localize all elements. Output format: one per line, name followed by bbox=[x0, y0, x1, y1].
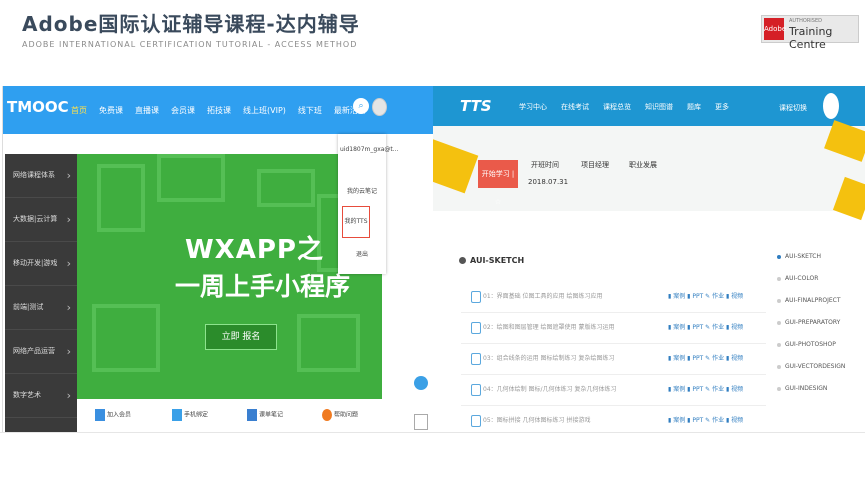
hero-career: 职业发展 bbox=[629, 161, 657, 169]
quick-links: 加入会员 手机绑定 课单笔记 帮助问题 bbox=[77, 399, 382, 432]
slide-title: Adobe国际认证辅导课程-达内辅导 bbox=[22, 12, 360, 36]
search-icon[interactable]: ⌕ bbox=[353, 98, 369, 114]
quick-link[interactable]: 加入会员 bbox=[95, 409, 131, 421]
lock-icon bbox=[471, 322, 481, 334]
feedback-icon[interactable] bbox=[414, 414, 428, 430]
quick-link[interactable]: 帮助问题 bbox=[322, 409, 358, 421]
slide-footer bbox=[0, 432, 865, 489]
lock-icon bbox=[471, 384, 481, 396]
outline-item[interactable]: GUI-VECTORDESIGN bbox=[773, 356, 863, 378]
nav-item[interactable]: 知识图谱 bbox=[645, 102, 673, 112]
tmooc-nav: 首页 免费课 直播课 会员课 拓技课 线上班(VIP) 线下班 最新活动 bbox=[71, 105, 378, 116]
nav-item[interactable]: 题库 bbox=[687, 102, 701, 112]
avatar[interactable] bbox=[823, 93, 839, 119]
adobe-training-badge: Adobe AUTHORISED Training Centre bbox=[761, 15, 859, 51]
nav-item[interactable]: 更多 bbox=[715, 102, 729, 112]
outline-item[interactable]: AUI-FINALPROJECT bbox=[773, 290, 863, 312]
hero-project: 项目经理 bbox=[581, 161, 609, 169]
badge-authorised: AUTHORISED bbox=[789, 18, 822, 24]
course-switch[interactable]: 课程切换 bbox=[779, 103, 807, 113]
dropdown-notes[interactable]: 我的云笔记 bbox=[340, 186, 384, 195]
hero-date: 2018.07.31 bbox=[528, 178, 569, 186]
promo-banner[interactable]: WXAPP之 一周上手小程序 立即 报名 bbox=[77, 154, 382, 399]
sidebar-item[interactable]: 大数据|云计算 bbox=[5, 198, 77, 242]
quick-link[interactable]: 课单笔记 bbox=[247, 409, 283, 421]
list-item[interactable]: 03：组合线条的运用 图标绘制练习 复杂绘图练习 ▮ 案例 ▮ PPT ✎ 作业 … bbox=[461, 344, 766, 375]
lesson-list: 01：界面基础 位图工具的应用 绘图练习应用 ▮ 案例 ▮ PPT ✎ 作业 ▮ … bbox=[461, 282, 766, 432]
nav-member[interactable]: 会员课 bbox=[171, 105, 195, 116]
nav-home[interactable]: 首页 bbox=[71, 105, 87, 116]
nav-free[interactable]: 免费课 bbox=[99, 105, 123, 116]
nav-item[interactable]: 学习中心 bbox=[519, 102, 547, 112]
outline-item[interactable]: AUI-SKETCH bbox=[773, 246, 863, 268]
tts-nav: 学习中心 在线考试 课程总览 知识图谱 题库 更多 bbox=[519, 102, 743, 112]
banner-title: WXAPP之 bbox=[185, 235, 324, 265]
outline-item[interactable]: AUI-COLOR bbox=[773, 268, 863, 290]
dropdown-tts[interactable]: 我的TTS bbox=[342, 206, 370, 238]
tts-navbar: TTS 学习中心 在线考试 课程总览 知识图谱 题库 更多 课程切换 bbox=[433, 86, 865, 126]
list-item[interactable]: 04：几何体绘制 图标/几何体练习 复杂几何体练习 ▮ 案例 ▮ PPT ✎ 作业… bbox=[461, 375, 766, 406]
nav-item[interactable]: 课程总览 bbox=[603, 102, 631, 112]
signup-button[interactable]: 立即 报名 bbox=[205, 324, 277, 350]
tts-logo[interactable]: TTS bbox=[460, 97, 492, 115]
start-learning-button[interactable]: 开始学习 | ☆ bbox=[478, 160, 518, 206]
avatar[interactable] bbox=[372, 98, 387, 116]
course-hero: 开始学习 | ☆ 开班时间 2018.07.31 项目经理 职业发展 bbox=[433, 120, 865, 221]
lock-icon bbox=[471, 415, 481, 427]
list-item[interactable]: 01：界面基础 位图工具的应用 绘图练习应用 ▮ 案例 ▮ PPT ✎ 作业 ▮ … bbox=[461, 282, 766, 313]
tmooc-sidebar: 网络课程体系 大数据|云计算 移动开发|游戏 前端|测试 网络产品运营 数字艺术 bbox=[5, 154, 77, 432]
section-title: AUI-SKETCH bbox=[459, 256, 524, 265]
lock-icon bbox=[471, 291, 481, 303]
banner-subtitle: 一周上手小程序 bbox=[175, 272, 351, 301]
user-dropdown: uid1807m_gxa@t... 我的云笔记 我的TTS 退出 bbox=[338, 134, 399, 274]
list-item[interactable]: 02：绘图和图层管理 绘图遮罩使用 蒙版练习运用 ▮ 案例 ▮ PPT ✎ 作业 … bbox=[461, 313, 766, 344]
tmooc-navbar: TMOOC 首页 免费课 直播课 会员课 拓技课 线上班(VIP) 线下班 最新… bbox=[3, 86, 434, 134]
sidebar-item[interactable]: 网络课程体系 bbox=[5, 154, 77, 198]
tmooc-screenshot: TMOOC 首页 免费课 直播课 会员课 拓技课 线上班(VIP) 线下班 最新… bbox=[2, 86, 434, 432]
nav-live[interactable]: 直播课 bbox=[135, 105, 159, 116]
float-action-icon[interactable] bbox=[414, 376, 428, 390]
badge-text: Training Centre bbox=[789, 25, 833, 51]
quick-link[interactable]: 手机绑定 bbox=[172, 409, 208, 421]
dropdown-user-id: uid1807m_gxa@t... bbox=[340, 146, 399, 153]
right-panel bbox=[382, 154, 434, 432]
adobe-logo: Adobe bbox=[764, 18, 786, 40]
list-item[interactable]: 05：图标拼接 几何体图标练习 拼接游戏 ▮ 案例 ▮ PPT ✎ 作业 ▮ 视频 bbox=[461, 406, 766, 432]
tmooc-logo[interactable]: TMOOC bbox=[7, 98, 69, 116]
dropdown-exit[interactable]: 退出 bbox=[340, 249, 384, 258]
nav-vip[interactable]: 线上班(VIP) bbox=[243, 105, 286, 116]
sidebar-item[interactable]: 网络产品运营 bbox=[5, 330, 77, 374]
slide-subtitle: ADOBE INTERNATIONAL CERTIFICATION TUTORI… bbox=[22, 40, 358, 49]
outline-item[interactable]: GUI-PREPARATORY bbox=[773, 312, 863, 334]
sidebar-item[interactable]: 前端|测试 bbox=[5, 286, 77, 330]
sidebar-item[interactable]: 数字艺术 bbox=[5, 374, 77, 418]
nav-skill[interactable]: 拓技课 bbox=[207, 105, 231, 116]
outline-item[interactable]: GUI-PHOTOSHOP bbox=[773, 334, 863, 356]
sidebar-item[interactable]: 移动开发|游戏 bbox=[5, 242, 77, 286]
lock-icon bbox=[471, 353, 481, 365]
nav-item[interactable]: 在线考试 bbox=[561, 102, 589, 112]
outline-item[interactable]: GUI-INDESIGN bbox=[773, 378, 863, 400]
tts-screenshot: TTS 学习中心 在线考试 课程总览 知识图谱 题库 更多 课程切换 开始学习 … bbox=[433, 86, 865, 432]
nav-offline[interactable]: 线下班 bbox=[298, 105, 322, 116]
course-outline: AUI-SKETCH AUI-COLOR AUI-FINALPROJECT GU… bbox=[773, 246, 863, 400]
hero-start-label: 开班时间 bbox=[531, 161, 559, 169]
